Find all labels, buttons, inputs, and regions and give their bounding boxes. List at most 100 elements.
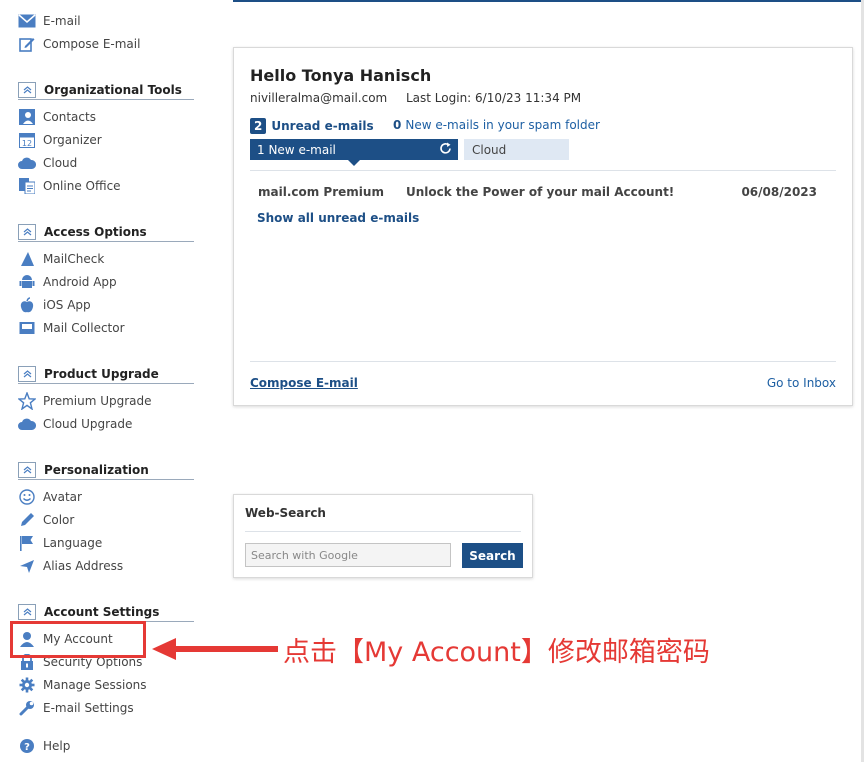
help-icon: ? (18, 737, 36, 755)
sidebar-item-manage-sessions[interactable]: Manage Sessions (18, 675, 147, 695)
envelope-icon (18, 12, 36, 30)
sidebar-item-label: Language (43, 536, 103, 550)
greeting: Hello Tonya Hanisch (250, 66, 432, 85)
section-title: Account Settings (44, 604, 160, 619)
section-title: Personalization (44, 462, 149, 477)
annotation-highlight-box (10, 621, 146, 658)
sidebar-item-premium-upgrade[interactable]: Premium Upgrade (18, 391, 152, 411)
web-search-title: Web-Search (245, 506, 326, 520)
message-subject: Unlock the Power of your mail Account! (406, 185, 675, 199)
sidebar-item-color[interactable]: Color (18, 510, 74, 530)
sidebar-item-label: Avatar (43, 490, 82, 504)
flag-icon (18, 534, 36, 552)
collapse-chevron-icon (18, 461, 36, 478)
sidebar-item-compose-email[interactable]: Compose E-mail (18, 34, 140, 54)
sidebar-item-alias-address[interactable]: Alias Address (18, 556, 123, 576)
sidebar-item-email-settings[interactable]: E-mail Settings (18, 698, 134, 718)
svg-text:?: ? (24, 742, 30, 753)
account-email: nivilleralma@mail.com (250, 91, 388, 105)
section-product-upgrade[interactable]: Product Upgrade (18, 364, 194, 384)
collapse-chevron-icon (18, 223, 36, 240)
svg-text:12: 12 (22, 139, 32, 148)
message-date: 06/08/2023 (741, 185, 817, 199)
web-search-input[interactable] (245, 543, 451, 567)
sidebar-item-label: Help (43, 739, 71, 753)
compose-icon (18, 35, 36, 53)
sidebar-item-organizer[interactable]: 12 Organizer (18, 130, 102, 150)
sidebar-item-label: Cloud Upgrade (43, 417, 133, 431)
unread-count-badge: 2 (250, 118, 267, 134)
section-account-settings[interactable]: Account Settings (18, 602, 194, 622)
sidebar-item-cloud[interactable]: Cloud (18, 153, 77, 173)
sidebar-item-android-app[interactable]: Android App (18, 272, 117, 292)
sidebar-item-label: Organizer (43, 133, 102, 147)
top-accent-bar (233, 0, 864, 2)
message-sender: mail.com Premium (258, 185, 384, 199)
cloud-icon (18, 415, 36, 433)
refresh-icon[interactable] (439, 142, 452, 158)
spam-count: 0 (393, 118, 402, 132)
collapse-chevron-icon (18, 81, 36, 98)
sidebar-item-label: Contacts (43, 110, 96, 124)
section-personalization[interactable]: Personalization (18, 460, 194, 480)
section-organizational-tools[interactable]: Organizational Tools (18, 80, 194, 100)
sidebar-item-language[interactable]: Language (18, 533, 102, 553)
android-icon (18, 273, 36, 291)
star-icon (18, 392, 36, 410)
web-search-button[interactable]: Search (462, 543, 523, 568)
sidebar-item-label: Premium Upgrade (43, 394, 152, 408)
sidebar-item-mailcheck[interactable]: MailCheck (18, 249, 104, 269)
apple-icon (18, 296, 36, 314)
sidebar-item-avatar[interactable]: Avatar (18, 487, 82, 507)
compose-email-link[interactable]: Compose E-mail (250, 376, 358, 390)
tab-cloud[interactable]: Cloud (464, 139, 569, 160)
table-row[interactable]: mail.com Premium Unlock the Power of you… (258, 185, 836, 199)
sidebar-item-label: Manage Sessions (43, 678, 147, 692)
divider (245, 531, 521, 532)
annotation-text: 点击【My Account】修改邮箱密码 (283, 637, 710, 668)
unread-emails-link[interactable]: 2 Unread e-mails (250, 118, 374, 134)
sidebar-item-email[interactable]: E-mail (18, 11, 81, 31)
tab-label: 1 New e-mail (257, 142, 336, 157)
sidebar-item-label: Color (43, 513, 75, 527)
sidebar-item-contacts[interactable]: Contacts (18, 107, 96, 127)
wrench-icon (18, 699, 36, 717)
sidebar-item-label: E-mail (43, 14, 81, 28)
smiley-icon (18, 488, 36, 506)
divider (250, 361, 836, 362)
tab-label: Cloud (472, 142, 507, 157)
section-title: Organizational Tools (44, 82, 182, 97)
spam-folder-link[interactable]: 0 New e-mails in your spam folder (393, 118, 600, 132)
section-access-options[interactable]: Access Options (18, 222, 194, 242)
inbox-tray-icon (18, 319, 36, 337)
welcome-card: Hello Tonya Hanisch nivilleralma@mail.co… (233, 47, 853, 406)
collapse-chevron-icon (18, 365, 36, 382)
section-title: Product Upgrade (44, 366, 159, 381)
calendar-icon: 12 (18, 131, 36, 149)
gear-icon (18, 676, 36, 694)
last-login: Last Login: 6/10/23 11:34 PM (406, 91, 582, 105)
spam-label: New e-mails in your spam folder (405, 118, 600, 132)
sidebar-item-label: MailCheck (43, 252, 105, 266)
sidebar-item-label: Alias Address (43, 559, 124, 573)
sidebar-item-label: Compose E-mail (43, 37, 141, 51)
sidebar-item-cloud-upgrade[interactable]: Cloud Upgrade (18, 414, 132, 434)
sidebar-item-ios-app[interactable]: iOS App (18, 295, 91, 315)
sidebar-item-help[interactable]: ? Help (18, 736, 70, 756)
paper-plane-icon (18, 557, 36, 575)
sidebar-item-online-office[interactable]: Online Office (18, 176, 121, 196)
mailcheck-icon (18, 250, 36, 268)
tab-new-email[interactable]: 1 New e-mail (250, 139, 458, 166)
office-icon (18, 177, 36, 195)
pencil-icon (18, 511, 36, 529)
sidebar-item-label: iOS App (43, 298, 91, 312)
sidebar-item-label: Online Office (43, 179, 121, 193)
sidebar-item-label: Cloud (43, 156, 78, 170)
section-title: Access Options (44, 224, 147, 239)
divider (250, 170, 836, 171)
show-all-unread-link[interactable]: Show all unread e-mails (257, 211, 419, 225)
go-to-inbox-link[interactable]: Go to Inbox (767, 376, 836, 390)
sidebar-item-mail-collector[interactable]: Mail Collector (18, 318, 125, 338)
collapse-chevron-icon (18, 603, 36, 620)
unread-label: Unread e-mails (271, 119, 374, 133)
